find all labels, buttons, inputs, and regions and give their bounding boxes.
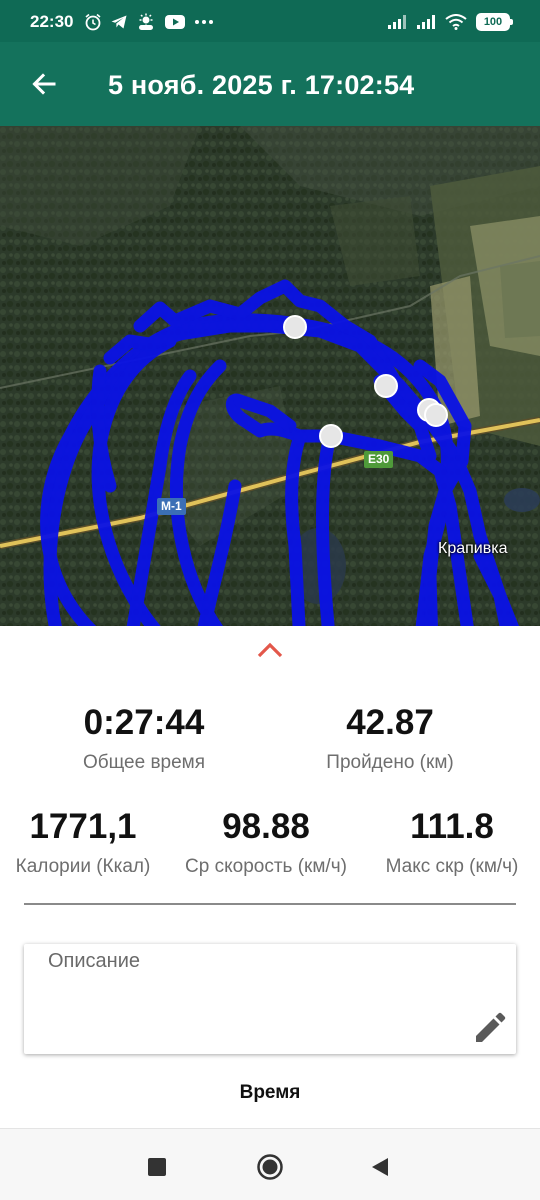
more-dots-icon	[195, 20, 213, 24]
recents-square-icon	[148, 1158, 166, 1176]
status-bar: 22:30 100	[0, 0, 540, 42]
description-card[interactable]: Описание	[24, 944, 516, 1054]
chevron-up-icon	[257, 642, 283, 658]
page-title: 5 нояб. 2025 г. 17:02:54	[108, 70, 415, 100]
road-label-e30: E30	[364, 451, 394, 468]
status-notification-icons	[84, 12, 214, 32]
alarm-icon	[85, 13, 101, 31]
status-time: 22:30	[30, 12, 74, 31]
road-label-m1: M-1	[157, 498, 186, 515]
weather-icon	[139, 13, 153, 30]
total-time-label: Общее время	[82, 752, 206, 773]
distance-label: Пройдено (км)	[326, 752, 454, 773]
section-divider	[24, 903, 516, 905]
nav-back-button[interactable]	[360, 1147, 400, 1187]
back-triangle-icon	[372, 1158, 388, 1176]
expand-stats-button[interactable]	[250, 636, 290, 664]
total-time-value: 0:27:44	[83, 703, 205, 742]
max-speed-label: Макс скр (км/ч)	[385, 856, 519, 877]
description-label: Описание	[48, 950, 141, 972]
app-bar: 5 нояб. 2025 г. 17:02:54	[0, 42, 540, 126]
avg-speed-value: 98.88	[222, 807, 310, 846]
max-speed-value: 111.8	[410, 807, 494, 846]
arrow-back-icon	[32, 73, 56, 95]
signal-icon	[388, 15, 406, 29]
calories-label: Калории (Ккал)	[15, 856, 151, 877]
place-label: Крапивка	[438, 540, 508, 557]
route-map[interactable]: M-1 E30 Крапивка	[0, 126, 540, 626]
youtube-icon	[165, 15, 185, 29]
telegram-icon	[111, 15, 127, 29]
pencil-icon	[476, 1012, 506, 1042]
home-circle-icon	[257, 1154, 283, 1180]
status-system-icons: 100	[387, 12, 513, 32]
time-section-header: Время	[239, 1082, 301, 1103]
calories-value: 1771,1	[29, 807, 137, 846]
battery-icon: 100	[476, 13, 513, 31]
recents-button[interactable]	[137, 1147, 177, 1187]
signal-icon	[417, 15, 435, 29]
system-nav-bar	[0, 1128, 540, 1200]
wifi-icon	[445, 14, 467, 30]
back-button[interactable]	[22, 62, 66, 106]
edit-description-button[interactable]	[468, 1006, 512, 1050]
distance-value: 42.87	[346, 703, 434, 742]
avg-speed-label: Ср скорость (км/ч)	[185, 856, 347, 877]
home-button[interactable]	[250, 1147, 290, 1187]
